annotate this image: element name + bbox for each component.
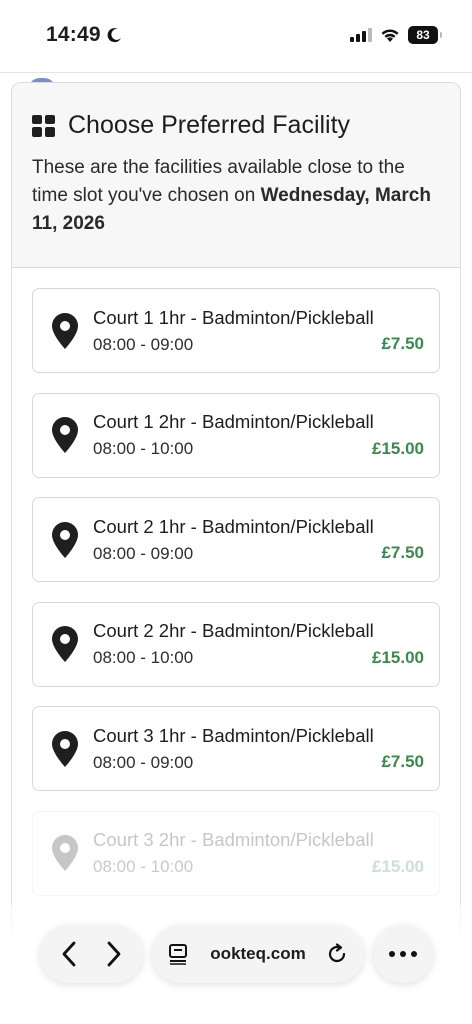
facility-card[interactable]: Court 1 1hr - Badminton/Pickleball 08:00… (32, 288, 440, 373)
status-time: 14:49 (46, 23, 123, 47)
facility-name: Court 3 2hr - Badminton/Pickleball (93, 829, 374, 850)
chevron-left-icon (62, 941, 76, 967)
map-pin-icon (52, 730, 78, 767)
map-pin-icon (52, 417, 78, 453)
map-pin-icon (52, 835, 78, 871)
facility-name: Court 2 2hr - Badminton/Pickleball (93, 620, 374, 641)
wifi-icon (381, 28, 399, 42)
facility-card[interactable]: Court 3 2hr - Badminton/Pickleball 08:00… (32, 810, 440, 896)
facility-time: 08:00 - 09:00 (93, 334, 194, 354)
modal-subtitle: These are the facilities available close… (32, 154, 440, 238)
facility-time: 08:00 - 09:00 (93, 752, 194, 772)
facility-price: £15.00 (372, 856, 424, 876)
status-icons: 83 (350, 26, 442, 44)
signal-icon (350, 28, 372, 42)
facility-card[interactable]: Court 2 1hr - Badminton/Pickleball 08:00… (32, 497, 440, 582)
battery-icon: 83 (408, 26, 442, 44)
modal-header: Choose Preferred Facility These are the … (12, 83, 460, 268)
title-row: Choose Preferred Facility (32, 111, 440, 140)
tab-overview-icon[interactable] (168, 943, 190, 965)
facility-name: Court 1 2hr - Badminton/Pickleball (93, 411, 374, 432)
map-pin-icon (52, 521, 78, 558)
address-bar[interactable]: ookteq.com (152, 925, 364, 983)
facility-time: 08:00 - 09:00 (93, 543, 194, 563)
nav-pill (40, 925, 143, 983)
status-bar: 14:49 83 (0, 0, 472, 70)
time-text: 14:49 (46, 23, 101, 46)
map-pin-icon (52, 312, 78, 349)
more-button[interactable] (373, 925, 433, 983)
facility-card[interactable]: Court 2 2hr - Badminton/Pickleball 08:00… (32, 601, 440, 687)
back-button[interactable] (61, 941, 77, 967)
more-icon (389, 951, 417, 957)
facility-modal: Choose Preferred Facility These are the … (11, 82, 461, 962)
reload-icon[interactable] (326, 943, 348, 965)
facility-price: £7.50 (381, 752, 424, 771)
facility-name: Court 1 1hr - Badminton/Pickleball (93, 306, 374, 328)
moon-icon (107, 28, 121, 43)
map-pin-icon (52, 626, 78, 662)
chevron-right-icon (107, 941, 121, 967)
grid-icon (32, 114, 55, 137)
facility-price: £7.50 (381, 543, 424, 562)
facility-price: £15.00 (372, 647, 424, 667)
forward-button[interactable] (106, 941, 122, 967)
facility-price: £15.00 (372, 438, 424, 458)
facility-card[interactable]: Court 1 2hr - Badminton/Pickleball 08:00… (32, 392, 440, 478)
facility-name: Court 2 1hr - Badminton/Pickleball (93, 515, 374, 537)
facility-card[interactable]: Court 3 1hr - Badminton/Pickleball 08:00… (32, 706, 440, 791)
facility-price: £7.50 (381, 334, 424, 353)
facility-list: Court 1 1hr - Badminton/Pickleball 08:00… (12, 268, 460, 896)
modal-title: Choose Preferred Facility (68, 111, 351, 139)
facility-name: Court 3 1hr - Badminton/Pickleball (93, 724, 374, 746)
url-text[interactable]: ookteq.com (210, 944, 305, 964)
